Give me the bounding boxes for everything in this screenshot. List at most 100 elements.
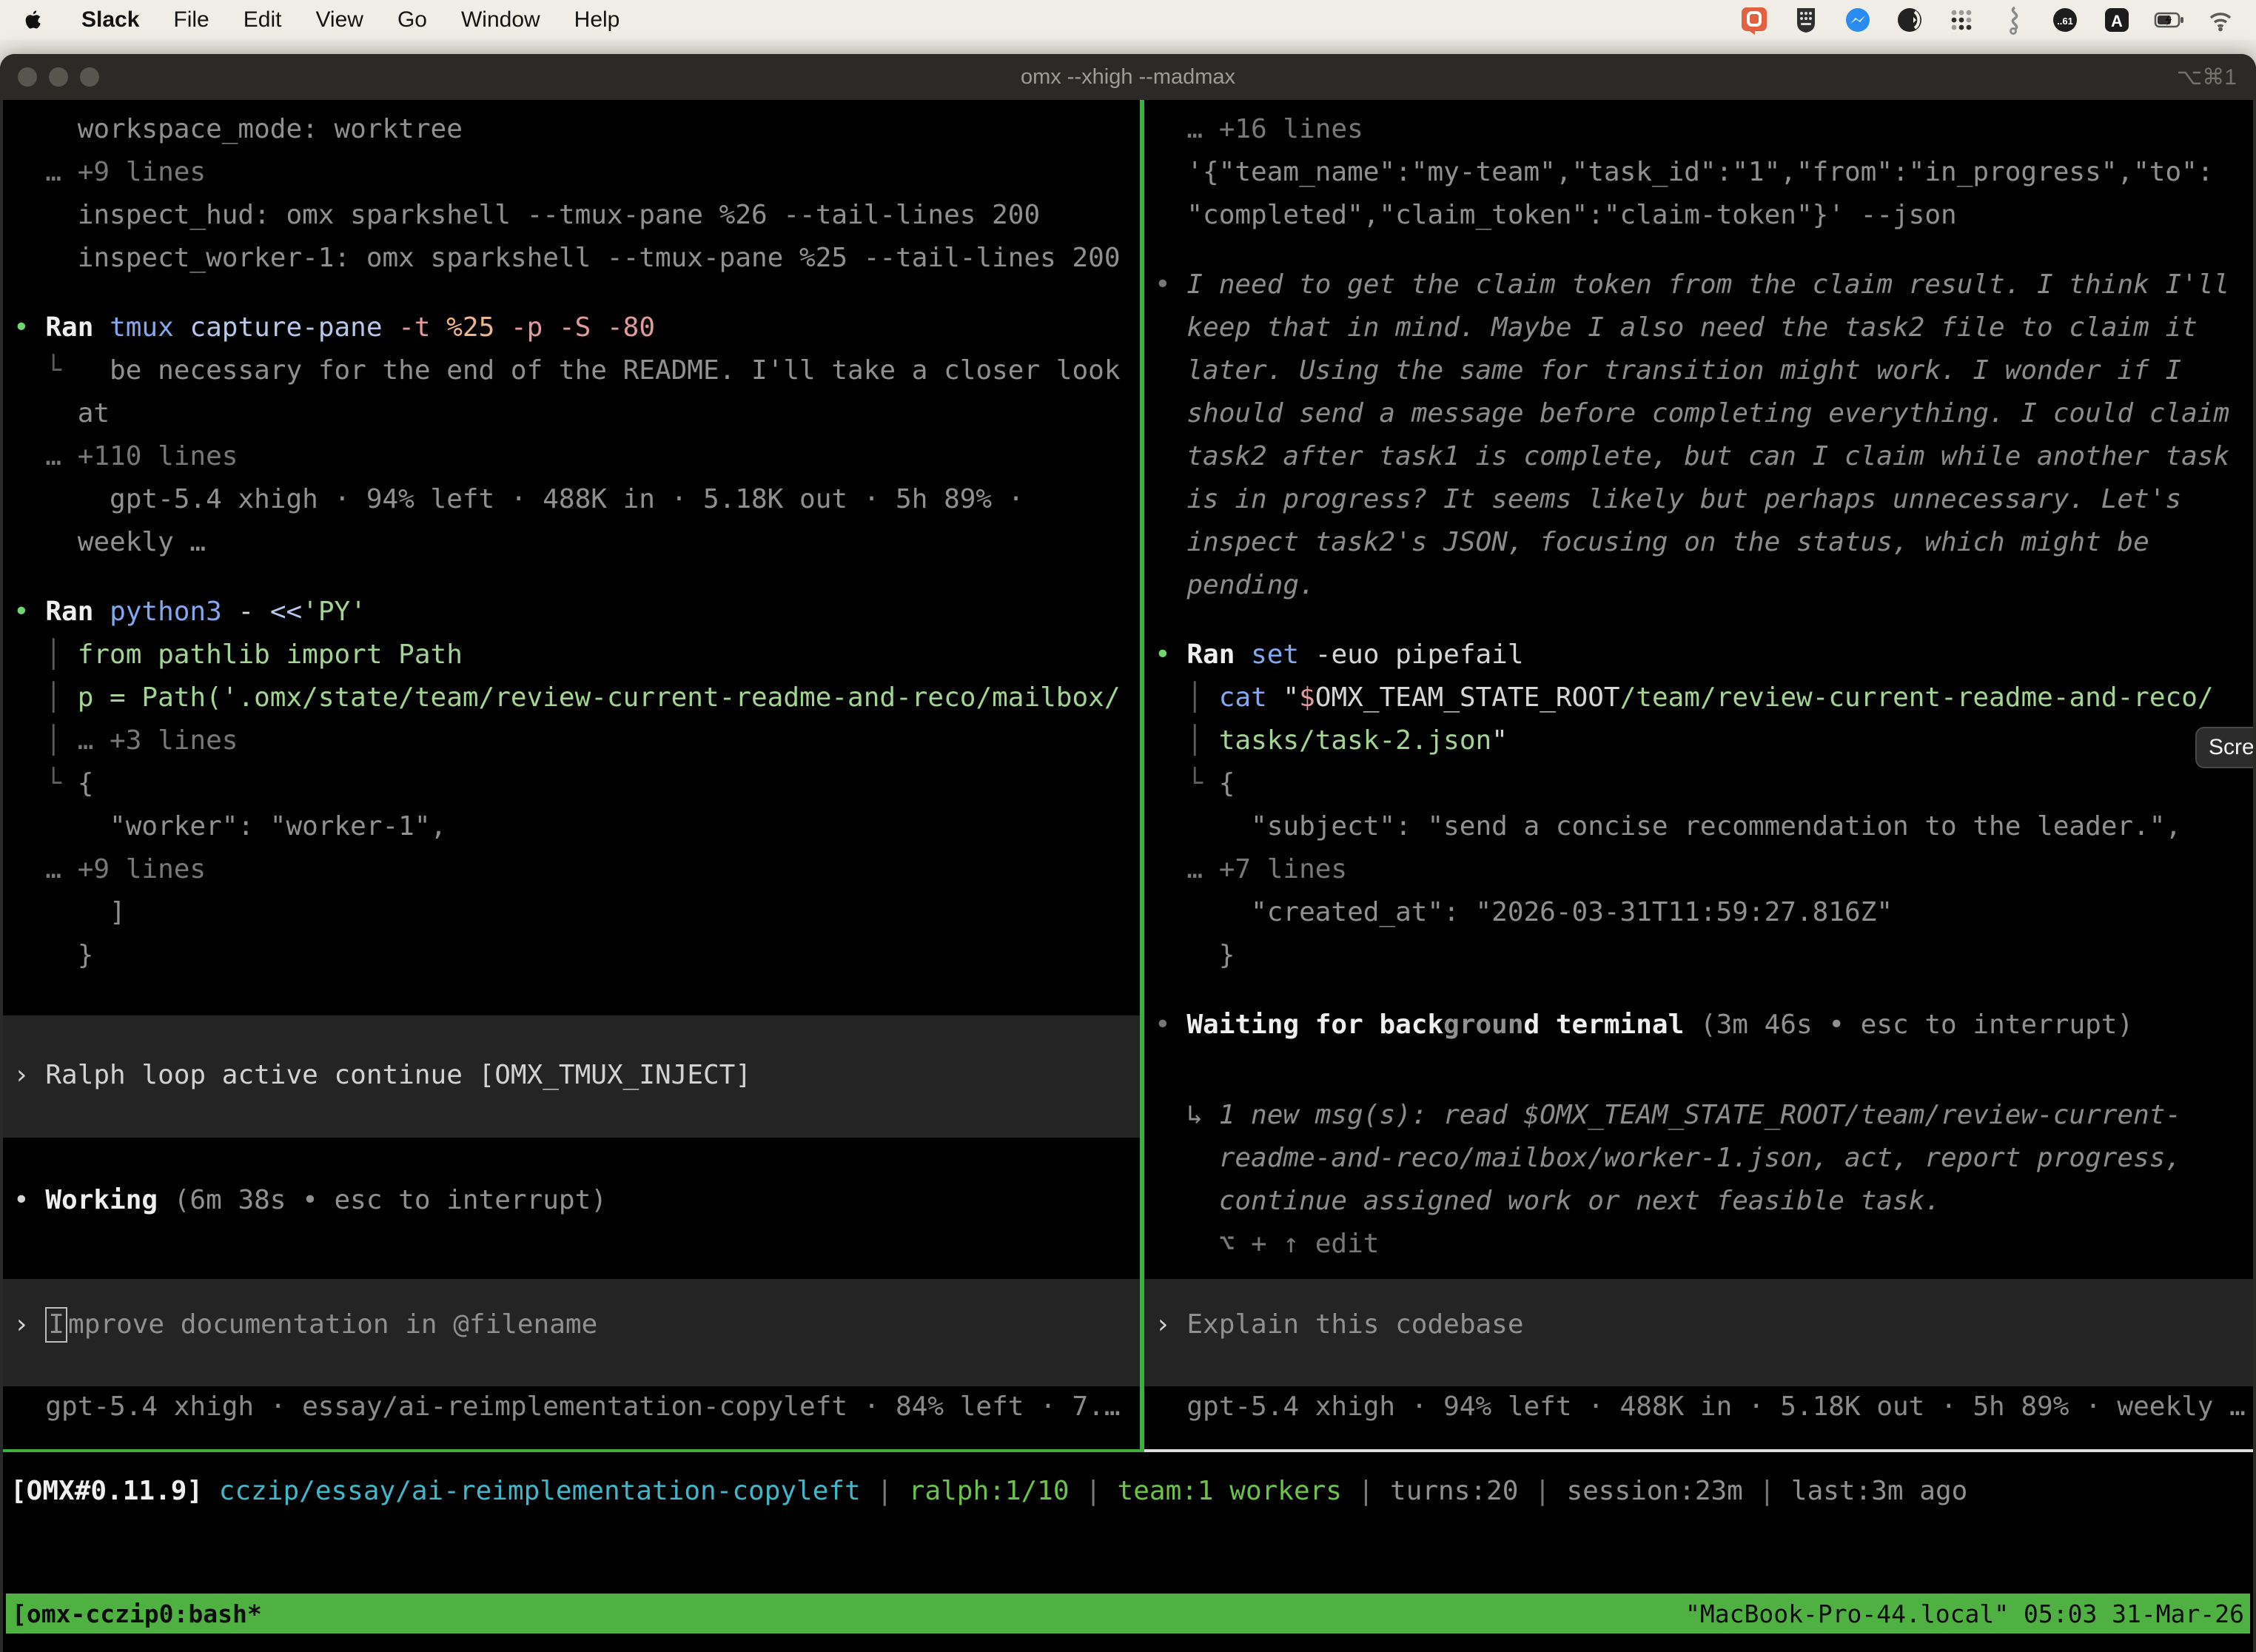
menu-item-go[interactable]: Go	[397, 7, 427, 33]
dots-grid-icon[interactable]	[1947, 5, 1976, 35]
text-segment: ⌥ + ↑ edit	[1155, 1229, 1379, 1259]
terminal-line: ↳ 1 new msg(s): read $OMX_TEAM_STATE_ROO…	[1155, 1094, 2253, 1137]
text-segment: └	[13, 355, 61, 386]
text-segment: │	[13, 725, 61, 756]
text-segment: }	[1155, 940, 1235, 970]
menu-item-file[interactable]: File	[173, 7, 209, 33]
left-prompt-history-band[interactable]: › Ralph loop active continue [OMX_TMUX_I…	[3, 1015, 1140, 1138]
left-model-status-line: gpt-5.4 xhigh · essay/ai-reimplementatio…	[13, 1386, 1121, 1428]
badge-61-icon[interactable]: ..61	[2050, 5, 2080, 35]
tmux-host-clock-label: "MacBook-Pro-44.local" 05:03 31-Mar-26	[1685, 1599, 2244, 1628]
text-segment: "subject": "send a concise recommendatio…	[1155, 811, 2181, 842]
window-title: omx --xhigh --madmax	[0, 65, 2256, 90]
text-segment: … +7 lines	[1155, 854, 1347, 884]
wifi-icon[interactable]	[2206, 5, 2235, 35]
messenger-icon[interactable]	[1843, 5, 1873, 35]
menu-item-window[interactable]: Window	[461, 7, 540, 33]
right-input-band[interactable]: › Explain this codebase	[1144, 1279, 2253, 1386]
text-segment: •	[13, 597, 45, 627]
menu-items: Slack File Edit View Go Window Help	[81, 7, 620, 33]
apple-icon[interactable]	[21, 7, 47, 33]
battery-icon[interactable]	[2154, 5, 2183, 35]
menu-item-slack[interactable]: Slack	[81, 7, 139, 33]
text-segment: keep that in mind. Maybe I also need the…	[1155, 312, 2198, 343]
terminal-line: }	[13, 934, 1140, 977]
terminal-line: continue assigned work or next feasible …	[1155, 1180, 2253, 1223]
terminal-line: … +9 lines	[13, 151, 1140, 194]
line-gap	[1155, 237, 2253, 263]
terminal-line: │ cat "$OMX_TEAM_STATE_ROOT/team/review-…	[1155, 676, 2253, 719]
text-segment: task2 after task1 is complete, but can I…	[1155, 441, 2229, 471]
text-segment: -euo pipefail	[1315, 639, 1524, 670]
menu-item-help[interactable]: Help	[574, 7, 620, 33]
left-working-status: • Working (6m 38s • esc to interrupt)	[13, 1179, 607, 1222]
squiggle-icon[interactable]	[1998, 5, 2028, 35]
shield-keyboard-icon[interactable]	[1791, 5, 1821, 35]
left-prompt-history-line: › Ralph loop active continue [OMX_TMUX_I…	[13, 1054, 1140, 1097]
text-segment: (3m 46s • esc to interrupt)	[1684, 1010, 2133, 1040]
pie-circle-icon[interactable]	[1895, 5, 1924, 35]
text-segment: from pathlib import Path	[61, 639, 463, 670]
right-prompt-input[interactable]: › Explain this codebase	[1155, 1303, 2253, 1346]
terminal-pane-left[interactable]: workspace_mode: worktree … +9 lines insp…	[3, 100, 1140, 1447]
terminal-line: • Ran set -euo pipefail	[1155, 634, 2253, 676]
text-segment: capture-pane	[189, 312, 398, 343]
text-cursor: I	[45, 1307, 67, 1343]
menu-status-icons: ..61 A	[1739, 5, 2235, 35]
menu-item-edit[interactable]: Edit	[244, 7, 282, 33]
text-segment: /team/review-current-readme-and-reco/	[1620, 682, 2214, 713]
text-segment: session:23m	[1566, 1476, 1742, 1506]
text-segment: ↳	[1155, 1100, 1219, 1130]
text-segment: … +9 lines	[13, 854, 206, 884]
line-gap	[1155, 607, 2253, 634]
text-segment: ralph:1/10	[909, 1476, 1070, 1506]
terminal-line: "worker": "worker-1",	[13, 805, 1140, 848]
text-segment: └	[1155, 768, 1219, 799]
terminal-pane-right[interactable]: … +16 lines '{"team_name":"my-team","tas…	[1144, 100, 2253, 1447]
terminal-line: gpt-5.4 xhigh · 94% left · 488K in · 5.1…	[13, 478, 1140, 521]
text-segment: ]	[13, 897, 126, 927]
text-segment: last:3m ago	[1791, 1476, 1967, 1506]
window-titlebar[interactable]: omx --xhigh --madmax ⌥⌘1	[0, 54, 2256, 100]
text-segment: cczip/essay/ai-reimplementation-copyleft	[219, 1476, 861, 1506]
text-segment: readme-and-reco/mailbox/worker-1.json, a…	[1155, 1143, 2181, 1173]
text-segment: inspect_hud: omx sparkshell --tmux-pane …	[13, 200, 1040, 230]
terminal-line: inspect_worker-1: omx sparkshell --tmux-…	[13, 237, 1140, 280]
text-segment: d terminal	[1524, 1010, 1685, 1040]
terminal-line: later. Using the same for transition mig…	[1155, 349, 2253, 392]
text-segment	[1203, 682, 1219, 713]
text-segment: "	[1491, 725, 1508, 756]
menu-bar: Slack File Edit View Go Window Help ..61 A	[0, 0, 2256, 40]
a-key-icon[interactable]: A	[2102, 5, 2132, 35]
right-model-status-line: gpt-5.4 xhigh · 94% left · 488K in · 5.1…	[1155, 1386, 2246, 1428]
terminal-line: … +9 lines	[13, 848, 1140, 891]
terminal-line: … +110 lines	[13, 435, 1140, 478]
right-pane-scrollback: … +16 lines '{"team_name":"my-team","tas…	[1144, 100, 2253, 1266]
text-segment: %25	[446, 312, 511, 343]
line-gap	[13, 564, 1140, 591]
text-segment: weekly …	[13, 527, 206, 557]
text-segment: tmux	[110, 312, 189, 343]
text-segment: (6m 38s • esc to interrupt)	[158, 1185, 607, 1215]
menu-item-view[interactable]: View	[315, 7, 363, 33]
text-segment: │	[13, 682, 61, 713]
line-gap	[13, 280, 1140, 306]
terminal-line: "subject": "send a concise recommendatio…	[1155, 805, 2253, 848]
left-prompt-input[interactable]: › Improve documentation in @filename	[13, 1303, 1140, 1346]
terminal-line: weekly …	[13, 521, 1140, 564]
omx-status-bar: [OMX#0.11.9] cczip/essay/ai-reimplementa…	[10, 1470, 1967, 1513]
text-segment: {	[78, 768, 94, 799]
terminal-line: • Ran python3 - <<'PY'	[13, 591, 1140, 634]
screenshot-chat-icon[interactable]	[1739, 5, 1769, 35]
text-segment: [OMX#0.11.9]	[10, 1476, 203, 1506]
terminal-line: "completed","claim_token":"claim-token"}…	[1155, 194, 2253, 237]
text-segment: gpt-5.4 xhigh · 94% left · 488K in · 5.1…	[13, 484, 1024, 514]
screenshot-toast[interactable]: Scre	[2195, 727, 2256, 768]
terminal-line: inspect_hud: omx sparkshell --tmux-pane …	[13, 194, 1140, 237]
terminal-content: workspace_mode: worktree … +9 lines insp…	[0, 100, 2256, 1652]
text-segment: •	[1155, 639, 1186, 670]
text-segment: }	[13, 940, 93, 970]
text-segment: └	[13, 768, 78, 799]
text-segment: |	[1070, 1476, 1118, 1506]
left-input-band[interactable]: › Improve documentation in @filename	[3, 1279, 1140, 1386]
